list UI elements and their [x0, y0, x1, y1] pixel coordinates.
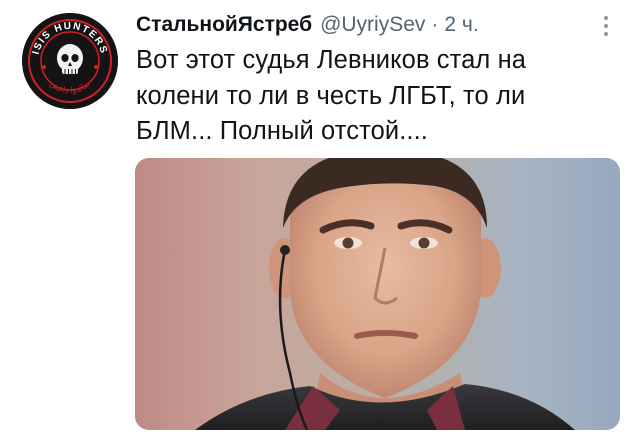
- author-display-name[interactable]: СтальнойЯстреб: [136, 8, 312, 42]
- tweet-header: СтальнойЯстреб @UyriySev · 2 ч.: [136, 8, 479, 42]
- referee-portrait-photo: [135, 158, 620, 430]
- header-separator: ·: [431, 13, 439, 36]
- tweet-media-photo[interactable]: [135, 158, 620, 430]
- tweet-card[interactable]: ISIS HUNTERS صائدوا داعش СтальнойЯстреб: [0, 0, 640, 439]
- more-vertical-icon: [604, 16, 608, 20]
- tweet-timestamp[interactable]: 2 ч.: [444, 8, 478, 42]
- avatar[interactable]: ISIS HUNTERS صائدوا داعش: [22, 13, 118, 109]
- tweet-text: Вот этот судья Левников стал на колени т…: [136, 46, 527, 145]
- more-options-button[interactable]: [594, 12, 618, 40]
- skull-badge-avatar-icon: ISIS HUNTERS صائدوا داعش: [22, 13, 118, 109]
- author-handle[interactable]: @UyriySev: [320, 8, 425, 42]
